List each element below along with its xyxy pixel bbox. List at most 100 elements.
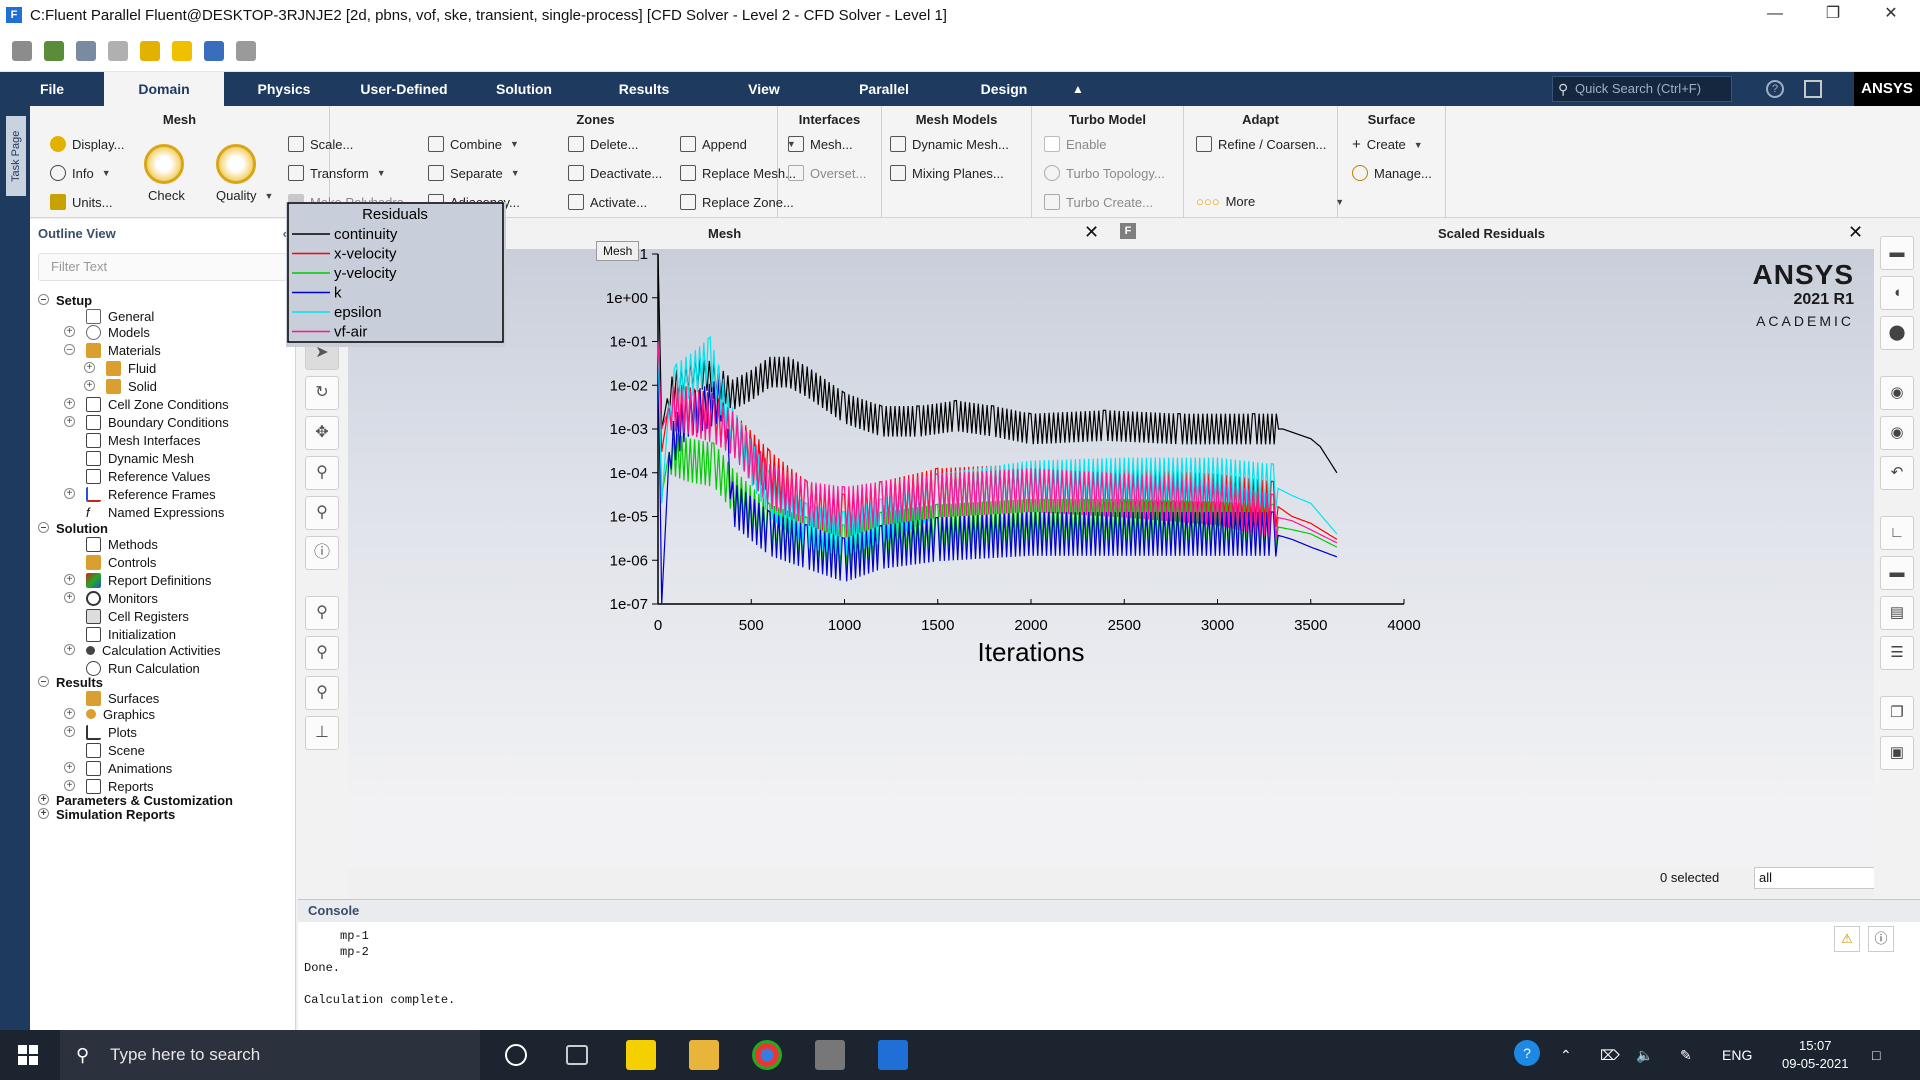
help-icon[interactable]: ? [1514,1040,1540,1066]
task-view-icon[interactable] [566,1045,588,1065]
lightning-icon[interactable] [140,40,160,61]
tab-view[interactable]: View [704,72,824,106]
tree-item-graphics[interactable]: + Graphics [64,705,155,723]
zones-combine-button[interactable]: Combine ▼ [428,136,519,152]
tree-item-scene[interactable]: Scene [86,741,145,759]
turbo-enable-checkbox[interactable]: Enable [1044,136,1106,152]
tree-item-calculation-activities[interactable]: + Calculation Activities [64,641,221,659]
expand-icon[interactable]: + [64,780,75,791]
maximize-button[interactable]: ❐ [1804,0,1862,30]
colormap-icon[interactable]: ▬ [1880,556,1914,590]
tab-design[interactable]: Design [944,72,1064,106]
annotation-icon[interactable]: ▤ [1880,596,1914,630]
refresh-icon[interactable] [108,40,128,61]
undo-view-icon[interactable]: ↶ [1880,456,1914,490]
tree-item-plots[interactable]: + Plots [64,723,137,741]
expand-icon[interactable]: + [38,794,49,805]
close-residuals-tab-icon[interactable]: ✕ [1848,222,1863,243]
interfaces-mesh-button[interactable]: Mesh... [788,136,853,152]
read-data-icon[interactable] [44,40,64,61]
collapse-icon[interactable]: – [64,344,75,355]
probe-icon[interactable]: ⓘ [305,536,339,570]
tab-scaled-residuals[interactable]: Scaled Residuals [1438,226,1545,241]
quick-search-input[interactable]: ⚲ Quick Search (Ctrl+F) [1552,76,1732,102]
mesh-quality-button[interactable]: Quality ▼ [216,188,273,203]
tree-item-mesh-interfaces[interactable]: Mesh Interfaces [86,431,201,449]
tab-user-defined[interactable]: User-Defined [344,72,464,106]
network-icon[interactable]: ⌦ [1600,1030,1620,1080]
overset-button[interactable]: Overset... [788,165,866,181]
tree-item-reference-frames[interactable]: + Reference Frames [64,485,216,503]
zones-separate-button[interactable]: Separate ▼ [428,165,520,181]
write-case-icon[interactable] [76,40,96,61]
quality-icon[interactable] [216,144,256,184]
pan-icon[interactable]: ✥ [305,416,339,450]
chrome-icon[interactable] [752,1040,782,1070]
expand-icon[interactable]: + [64,644,75,655]
expand-icon[interactable]: + [64,726,75,737]
workbench-icon[interactable] [815,1040,845,1070]
notifications-icon[interactable]: □ [1872,1030,1880,1080]
collapse-ribbon-icon[interactable]: ▲ [1072,82,1084,96]
taskbar-search-input[interactable]: ⚲ Type here to search [60,1030,480,1080]
expand-icon[interactable]: + [64,708,75,719]
task-page-tab[interactable]: Task Page [6,116,26,196]
view-front-icon[interactable]: ⬤ [1880,316,1914,350]
tree-item-run-calculation[interactable]: Run Calculation [86,659,200,677]
tree-item-cell-registers[interactable]: Cell Registers [86,607,189,625]
mixing-planes-button[interactable]: Mixing Planes... [890,165,1004,181]
input-language[interactable]: ENG [1722,1030,1752,1080]
tree-item-solid[interactable]: + Solid [84,377,157,395]
expand-icon[interactable]: + [84,362,95,373]
fluent-taskbar-icon[interactable] [878,1040,908,1070]
close-button[interactable]: ✕ [1862,0,1920,30]
turbo-create-button[interactable]: Turbo Create... [1044,194,1153,210]
info-icon[interactable]: ⓘ [1868,926,1894,952]
zoom-in-out-icon[interactable]: ⚲ [305,456,339,490]
tree-item-reference-values[interactable]: Reference Values [86,467,210,485]
expand-icon[interactable]: + [64,592,75,603]
zoom-out-icon[interactable]: ⚲ [305,636,339,670]
warning-icon[interactable]: ⚠ [1834,926,1860,952]
zones-activate-button[interactable]: Activate... [568,194,647,210]
file-explorer-icon[interactable] [689,1040,719,1070]
tab-parallel[interactable]: Parallel [824,72,944,106]
mesh-scale-button[interactable]: Scale... [288,136,353,152]
copy-image-icon[interactable]: ❐ [1880,696,1914,730]
mesh-display-button[interactable]: Display... [50,136,125,152]
collapse-icon[interactable]: – [38,522,49,533]
ansys-a-icon[interactable] [172,40,192,61]
expand-icon[interactable]: + [64,488,75,499]
console-output[interactable]: mp-1 mp-2 Done. Calculation complete. [304,928,455,1008]
tree-item-methods[interactable]: Methods [86,535,158,553]
tab-solution[interactable]: Solution [464,72,584,106]
cortana-icon[interactable] [505,1044,527,1066]
tree-item-report-definitions[interactable]: + Report Definitions [64,571,211,589]
hide-eye-icon[interactable]: ◉ [1880,416,1914,450]
tree-item-cell-zone-conditions[interactable]: + Cell Zone Conditions [64,395,229,413]
collapse-icon[interactable]: – [38,676,49,687]
view-side-icon[interactable]: ◖ [1880,276,1914,310]
layout-icon[interactable] [204,40,224,61]
tab-mesh-window[interactable]: Mesh [708,226,741,241]
documentation-icon[interactable] [1804,80,1822,98]
console-panel[interactable]: Console mp-1 mp-2 Done. Calculation comp… [298,899,1920,1030]
eye-icon[interactable]: ◉ [1880,376,1914,410]
expand-icon[interactable]: + [64,416,75,427]
dynamic-mesh-button[interactable]: Dynamic Mesh... [890,136,1009,152]
tree-item-animations[interactable]: + Animations [64,759,172,777]
minimize-button[interactable]: — [1746,0,1804,30]
tab-file[interactable]: File [0,72,104,106]
plot-axes-icon[interactable]: ∟ [1880,516,1914,550]
system-clock[interactable]: 15:07 09-05-2021 [1782,1037,1849,1073]
close-mesh-tab-icon[interactable]: ✕ [1084,222,1099,243]
list-settings-icon[interactable] [236,40,256,61]
layout-list-icon[interactable]: ☰ [1880,636,1914,670]
zones-deactivate-button[interactable]: Deactivate... [568,165,662,181]
help-icon[interactable]: ? [1766,80,1784,98]
view-top-icon[interactable]: ▬ [1880,236,1914,270]
check-icon[interactable] [144,144,184,184]
expand-icon[interactable]: + [84,380,95,391]
tree-item-simulation-reports[interactable]: + Simulation Reports [38,805,175,823]
fit-to-window-icon[interactable]: ⚲ [305,596,339,630]
